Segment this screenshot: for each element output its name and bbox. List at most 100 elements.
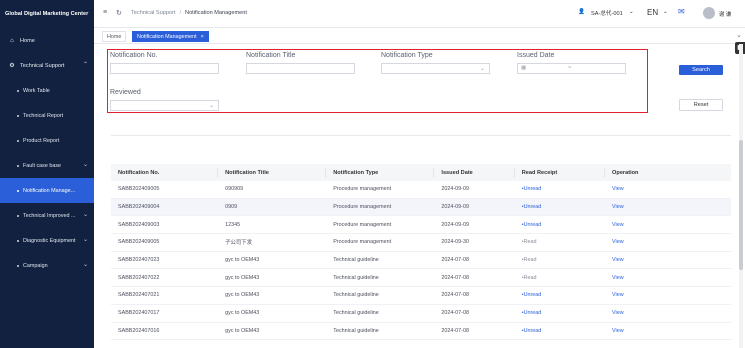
user-code[interactable]: SA-总代-001 — [591, 9, 623, 17]
notification-no-cell: SABB202409003 — [118, 221, 160, 228]
notification-type-cell: Procedure management — [333, 221, 392, 228]
chevron-down-icon: ⌄ — [82, 212, 88, 218]
notification-no-input[interactable] — [110, 63, 219, 74]
read-receipt-status: Unread — [523, 327, 542, 334]
notification-no-cell: SABB202407021 — [118, 292, 160, 299]
sidebar-item-notification-management[interactable]: Notification Manage... — [0, 178, 94, 203]
menu-toggle-icon[interactable]: ≡ — [103, 9, 107, 16]
sidebar-item-label: Fault case base — [23, 162, 62, 169]
gear-icon: ⚙ — [9, 63, 15, 69]
sidebar-item-technical-support[interactable]: ⚙ Technical Support ⌃ — [0, 53, 94, 78]
bullet-icon — [17, 264, 19, 267]
table-row[interactable]: SABB202409004 0909 Procedure management 202… — [111, 198, 731, 217]
sidebar-item-fault-case-base[interactable]: Fault case base ⌄ — [0, 153, 94, 178]
close-icon[interactable]: × — [201, 34, 204, 40]
tab-notification-management[interactable]: Notification Management × — [132, 31, 209, 42]
sidebar-item-label: Campaign — [23, 262, 48, 269]
notification-title-cell: 12345 — [225, 221, 241, 228]
table-row[interactable]: SABB202407023 gyc to OEM43 Technical guide… — [111, 252, 731, 270]
view-link[interactable]: View — [605, 222, 731, 228]
sidebar: Global Digital Marketing Center ⌂ Home ⚙… — [0, 0, 94, 348]
breadcrumb-item[interactable]: Technical Support — [131, 10, 175, 16]
view-link[interactable]: View — [605, 328, 731, 334]
user-name[interactable]: 谢 谦 — [719, 10, 731, 18]
view-link[interactable]: View — [605, 257, 731, 263]
table-row[interactable]: SABB202409005 090909 Procedure management 2… — [111, 181, 731, 199]
column-header: Notification Type — [333, 169, 379, 176]
notification-title-cell: gyc to OEM43 — [225, 257, 260, 264]
app-title: Global Digital Marketing Center — [5, 11, 89, 17]
view-link[interactable]: View — [605, 275, 731, 281]
view-link[interactable]: View — [605, 310, 731, 316]
chevron-down-icon[interactable]: ⌄ — [736, 31, 742, 39]
notification-no-cell: SABB202407022 — [118, 274, 160, 281]
notification-type-cell: Procedure management — [333, 186, 392, 193]
sidebar-item-technical-report[interactable]: Technical Report — [0, 103, 94, 128]
notification-title-label: Notification Title — [246, 52, 296, 59]
chevron-down-icon: ⌄ — [82, 262, 88, 268]
tab-home[interactable]: Home — [102, 31, 127, 42]
issued-date-cell: 2024-07-08 — [441, 310, 469, 317]
search-button[interactable]: Search — [679, 65, 723, 75]
breadcrumb: Technical Support / Notification Managemen… — [131, 10, 247, 16]
sidebar-item-product-report[interactable]: Product Report — [0, 128, 94, 153]
reset-button[interactable]: Reset — [679, 99, 723, 111]
sidebar-item-technical-improved[interactable]: Technical Improved ... ⌄ — [0, 203, 94, 228]
refresh-icon[interactable]: ↻ — [116, 9, 122, 17]
table-row[interactable]: SABB202407017 gyc to OEM43 Technical guide… — [111, 305, 731, 323]
notification-title-cell: 0909 — [225, 204, 238, 211]
read-receipt-cell: •Unread — [515, 222, 604, 228]
sidebar-item-label: Diagnostic Equipment — [23, 237, 76, 244]
scrollbar-thumb[interactable] — [739, 140, 743, 270]
issued-date-cell: 2024-09-09 — [441, 186, 469, 193]
notification-title-cell: gyc to OEM43 — [225, 310, 260, 317]
user-icon: 👤 — [578, 9, 585, 15]
issued-date-range[interactable]: ▦ ~ — [517, 63, 626, 74]
avatar[interactable] — [703, 7, 715, 19]
notification-type-cell: Technical guideline — [333, 257, 379, 264]
table-row[interactable]: SABB202407016 gyc to OEM43 Technical guide… — [111, 323, 731, 341]
bullet-icon — [17, 189, 19, 192]
notification-type-label: Notification Type — [381, 52, 433, 59]
read-receipt-status: Read — [523, 239, 537, 246]
chevron-down-icon: ⌄ — [82, 162, 88, 168]
view-link[interactable]: View — [605, 239, 731, 245]
sidebar-item-home[interactable]: ⌂ Home — [0, 28, 94, 53]
table-body: SABB202409005 090909 Procedure management 2… — [111, 181, 731, 341]
issued-date-cell: 2024-09-30 — [441, 239, 469, 246]
language-selector[interactable]: EN — [647, 8, 658, 17]
tab-label: Home — [107, 34, 122, 40]
notification-title-cell: gyc to OEM43 — [225, 292, 260, 299]
sidebar-item-work-table[interactable]: Work Table — [0, 78, 94, 103]
notification-type-select[interactable]: ⌄ — [381, 63, 490, 74]
sidebar-item-label: Notification Manage... — [23, 187, 76, 194]
sidebar-item-label: Product Report — [23, 137, 60, 144]
table-row[interactable]: SABB202407021 gyc to OEM43 Technical guide… — [111, 287, 731, 305]
chevron-down-icon: ⌄ — [479, 66, 485, 72]
table-row[interactable]: SABB202409005 子公司下发 Procedure management 20… — [111, 234, 731, 252]
view-link[interactable]: View — [605, 186, 731, 192]
sidebar-item-campaign[interactable]: Campaign ⌄ — [0, 253, 94, 278]
mail-icon[interactable]: ✉ — [678, 7, 685, 16]
notification-no-cell: SABB202407016 — [118, 327, 160, 334]
sidebar-item-diagnostic-equipment[interactable]: Diagnostic Equipment ⌄ — [0, 228, 94, 253]
view-link[interactable]: View — [605, 204, 731, 210]
table-header: Notification No. Notification Title Noti… — [111, 164, 731, 181]
table-row[interactable]: SABB202409003 12345 Procedure management 20… — [111, 216, 731, 235]
notification-type-cell: Procedure management — [333, 239, 392, 246]
notification-title-input[interactable] — [246, 63, 355, 74]
chevron-up-icon: ⌃ — [82, 62, 88, 68]
notification-type-cell: Technical guideline — [333, 292, 379, 299]
notification-table: Notification No. Notification Title Noti… — [111, 164, 731, 341]
date-range-separator: ~ — [568, 65, 572, 71]
issued-date-cell: 2024-07-08 — [441, 274, 469, 281]
table-row[interactable]: SABB202407022 gyc to OEM43 Technical guide… — [111, 269, 731, 288]
view-link[interactable]: View — [605, 292, 731, 298]
reviewed-select[interactable]: ⌄ — [110, 100, 219, 111]
read-receipt-cell: •Unread — [515, 186, 604, 192]
read-receipt-status: Read — [523, 274, 537, 281]
notification-title-cell: 090909 — [225, 186, 244, 193]
bullet-icon — [17, 89, 19, 92]
read-receipt-cell: •Read — [515, 257, 604, 263]
notification-title-cell: gyc to OEM43 — [225, 327, 260, 334]
